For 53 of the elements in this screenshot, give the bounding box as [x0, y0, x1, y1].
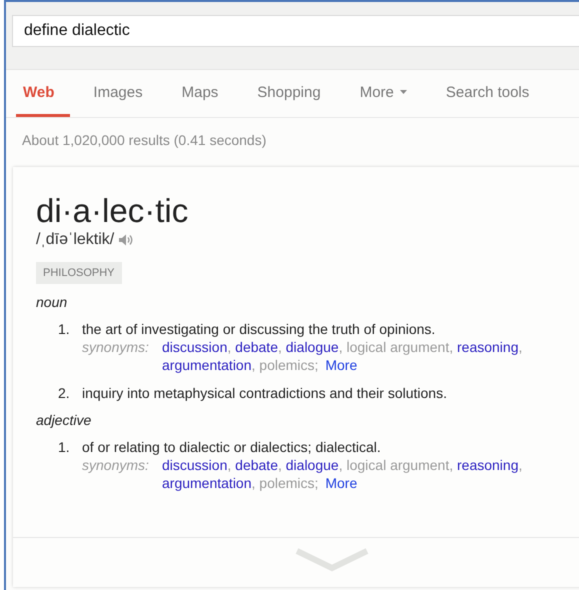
search-tab[interactable]: Shopping [250, 70, 337, 117]
comma: , [252, 475, 256, 491]
semicolon: ; [314, 475, 318, 491]
more-link[interactable]: More [325, 475, 358, 491]
comma: , [449, 339, 454, 355]
search-tab[interactable]: Search tools [438, 70, 546, 117]
comma: , [518, 339, 522, 355]
search-field[interactable]: define dialectic [12, 15, 579, 47]
more-menu[interactable]: More [352, 70, 423, 117]
comma: , [338, 457, 343, 473]
synonym: polemics [259, 475, 315, 491]
sense-number: 2. [58, 384, 71, 402]
comma: , [338, 339, 343, 355]
domain-label: PHILOSOPHY [36, 262, 122, 284]
synonym-link[interactable]: argumentation [162, 357, 252, 373]
definition-text: the art of investigating or discussing the truth of opinions. [82, 320, 436, 338]
definition-text: of or relating to dialectic or dialectics; dialectical. [82, 438, 382, 456]
comma: , [278, 339, 282, 355]
headword: di·a·lec·tic [36, 193, 190, 229]
synonym-link[interactable]: discussion [162, 457, 228, 473]
comma: , [518, 457, 522, 473]
part-of-speech: adjective [36, 412, 92, 428]
synonym-link[interactable]: reasoning [457, 457, 518, 473]
synonym: logical argument [346, 457, 450, 473]
result-stats: About 1,020,000 results (0.41 seconds) [21, 131, 268, 150]
sense-number: 1. [58, 438, 71, 457]
comma: , [449, 457, 454, 473]
synonyms-label: synonyms: [82, 338, 150, 357]
comma: , [227, 339, 232, 355]
synonym-link[interactable]: reasoning [457, 339, 518, 355]
definition-text: inquiry into metaphysical contradictions and their solutions. [82, 384, 447, 402]
more-link[interactable]: More [325, 357, 358, 373]
part-of-speech: noun [36, 294, 68, 310]
search-tab[interactable]: Maps [174, 70, 234, 117]
comma: , [278, 457, 282, 473]
synonyms-label: synonyms: [82, 456, 150, 475]
sense-number: 1. [58, 320, 71, 339]
search-tab[interactable]: Web [16, 70, 70, 117]
caret-icon [400, 90, 407, 94]
speaker-icon[interactable] [119, 234, 134, 246]
synonym-link[interactable]: argumentation [162, 475, 252, 491]
semicolon: ; [314, 357, 318, 373]
comma: , [227, 457, 232, 473]
synonym: logical argument [346, 339, 450, 355]
synonym-link[interactable]: dialogue [286, 339, 339, 355]
search-tab[interactable]: Images [86, 70, 159, 117]
synonym-link[interactable]: discussion [162, 339, 228, 355]
comma: , [252, 357, 256, 373]
synonym-link[interactable]: dialogue [286, 457, 339, 473]
synonym-link[interactable]: debate [235, 339, 278, 355]
synonym-link[interactable]: debate [235, 457, 278, 473]
synonym: polemics [259, 357, 315, 373]
pronunciation: /ˌdīəˈlektik/ [36, 231, 114, 249]
